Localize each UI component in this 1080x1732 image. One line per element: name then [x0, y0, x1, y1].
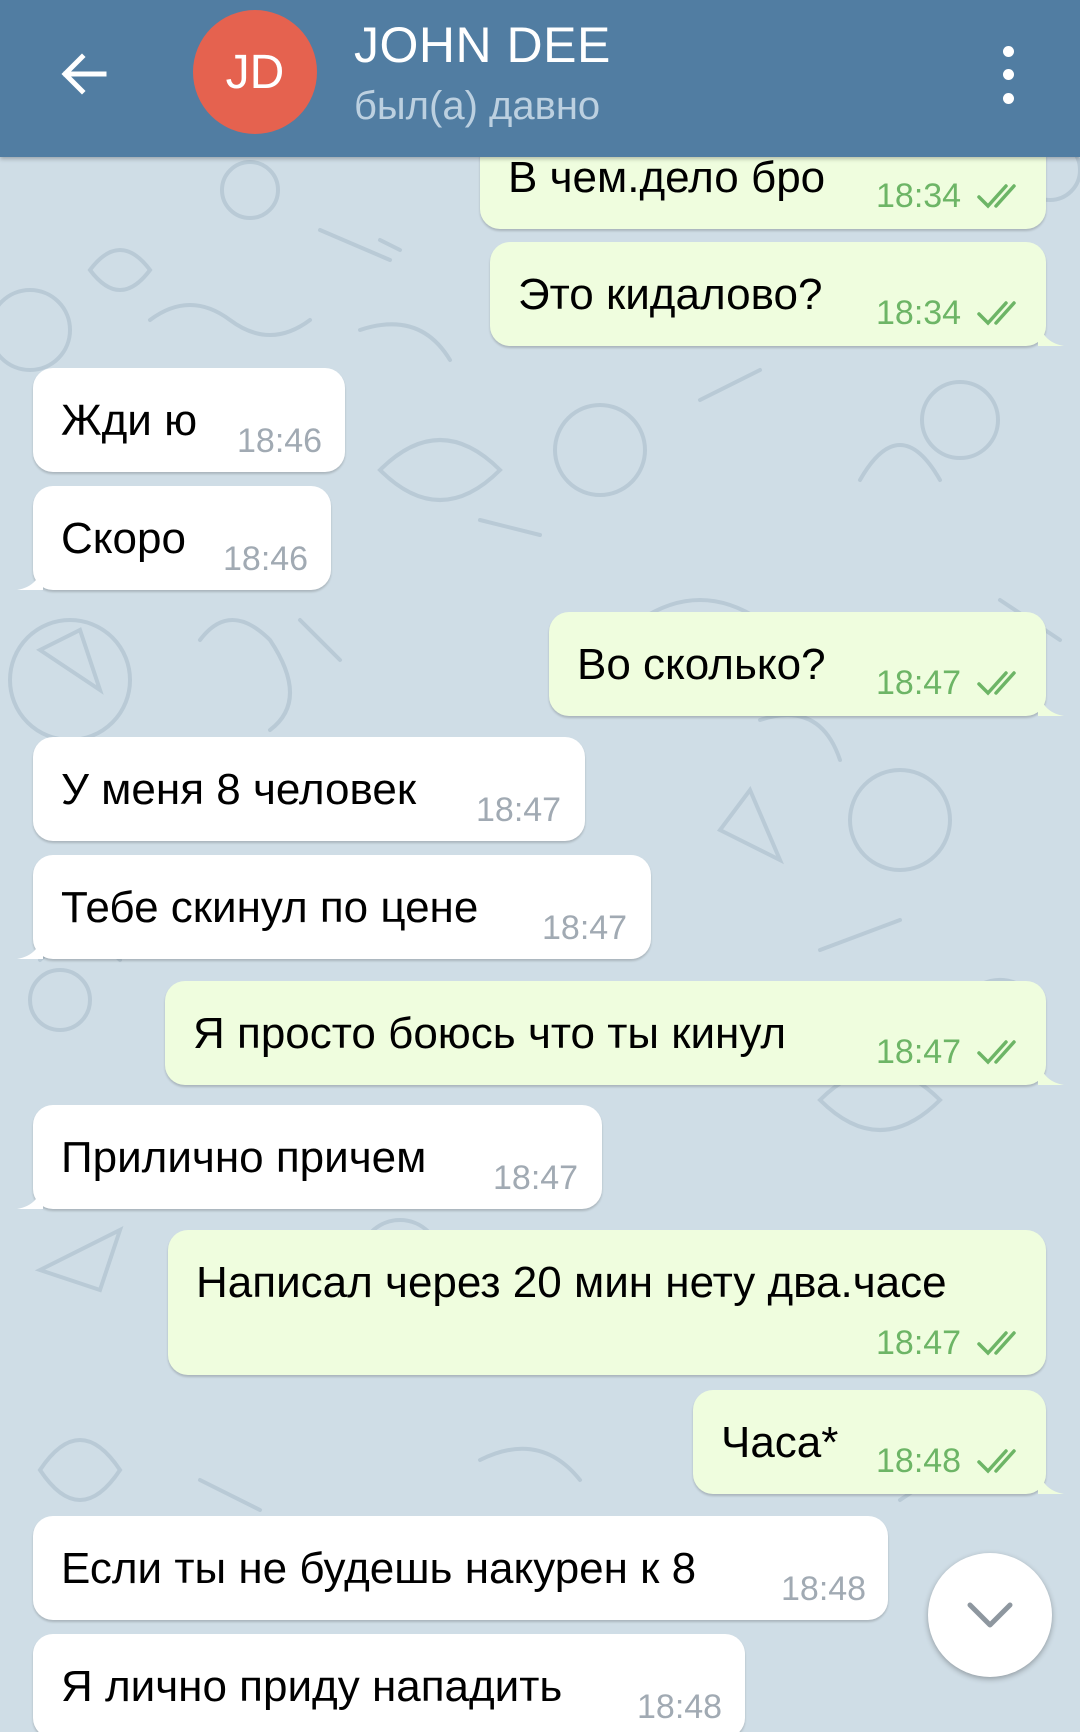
message-bubble-incoming[interactable]: Я лично приду нападить 18:48	[33, 1634, 745, 1732]
message-time: 18:46	[237, 422, 323, 460]
back-button[interactable]	[48, 38, 120, 110]
message-bubble-outgoing[interactable]: Во сколько? 18:47	[549, 612, 1064, 716]
avatar[interactable]: JD	[193, 10, 317, 134]
message-bubble-incoming[interactable]: Жди ю 18:46	[33, 368, 345, 472]
message-time: 18:47	[876, 664, 962, 702]
chevron-down-icon	[967, 1602, 1013, 1628]
message-time: 18:47	[542, 909, 628, 947]
bubble-tail	[1038, 1464, 1064, 1494]
message-bubble-incoming[interactable]: У меня 8 человек 18:47	[33, 737, 585, 841]
message-bubble-outgoing[interactable]: Я просто боюсь что ты кинул 18:47	[165, 981, 1064, 1085]
more-vert-icon[interactable]	[986, 40, 1030, 110]
bubble-tail	[1038, 316, 1064, 346]
contact-name[interactable]: JOHN DEE	[354, 16, 611, 74]
double-check-icon	[977, 184, 1016, 209]
arrow-left-icon	[61, 53, 107, 95]
message-bubble-outgoing[interactable]: Это кидалово? 18:34	[490, 242, 1064, 346]
message-time: 18:47	[876, 1324, 962, 1362]
message-text: Часа*	[721, 1418, 839, 1467]
message-time: 18:47	[493, 1159, 579, 1197]
message-text: Это кидалово?	[518, 270, 823, 319]
bubble-tail	[1038, 686, 1064, 716]
message-list[interactable]: В чем.дело бро 18:34 Это кидалово? 18:34…	[0, 157, 1080, 1732]
message-time: 18:47	[476, 791, 562, 829]
message-time: 18:48	[637, 1688, 723, 1726]
double-check-icon	[977, 1040, 1016, 1065]
double-check-icon	[977, 671, 1016, 696]
bubble-tail	[17, 929, 43, 959]
message-time: 18:34	[876, 294, 962, 332]
message-time: 18:46	[223, 540, 309, 578]
message-text: Тебе скинул по цене	[61, 883, 479, 932]
chat-header: JD JOHN DEE был(а) давно	[0, 0, 1080, 157]
message-time: 18:47	[876, 1033, 962, 1071]
message-text: Я лично приду нападить	[61, 1662, 563, 1711]
message-bubble-incoming[interactable]: Прилично причем 18:47	[17, 1105, 602, 1209]
message-bubble-incoming[interactable]: Скоро 18:46	[17, 486, 331, 590]
message-text: Я просто боюсь что ты кинул	[193, 1009, 787, 1058]
double-check-icon	[977, 301, 1016, 326]
message-text: У меня 8 человек	[61, 765, 417, 814]
message-bubble-outgoing[interactable]: Написал через 20 мин нету два.часе 18:47	[168, 1230, 1046, 1375]
double-check-icon	[977, 1331, 1016, 1356]
message-bubble-outgoing[interactable]: В чем.дело бро 18:34	[480, 157, 1046, 229]
bubble-tail	[17, 560, 43, 590]
message-time: 18:34	[876, 177, 962, 215]
message-text: Если ты не будешь накурен к 8	[61, 1544, 697, 1593]
message-bubble-outgoing[interactable]: Часа* 18:48	[693, 1390, 1064, 1494]
message-time: 18:48	[876, 1442, 962, 1480]
message-text: Прилично причем	[61, 1133, 427, 1182]
contact-status: был(а) давно	[354, 84, 601, 128]
double-check-icon	[977, 1449, 1016, 1474]
message-bubble-incoming[interactable]: Если ты не будешь накурен к 8 18:48	[33, 1516, 888, 1620]
message-text: Написал через 20 мин нету два.часе	[196, 1258, 947, 1307]
scroll-down-button[interactable]	[928, 1553, 1052, 1677]
bubble-tail	[1038, 1055, 1064, 1085]
bubble-tail	[17, 1179, 43, 1209]
message-bubble-incoming[interactable]: Тебе скинул по цене 18:47	[17, 855, 651, 959]
message-text: Скоро	[61, 514, 186, 563]
message-text: Во сколько?	[577, 640, 826, 689]
message-text: Жди ю	[61, 396, 198, 445]
message-text: В чем.дело бро	[508, 157, 826, 202]
message-time: 18:48	[781, 1570, 867, 1608]
